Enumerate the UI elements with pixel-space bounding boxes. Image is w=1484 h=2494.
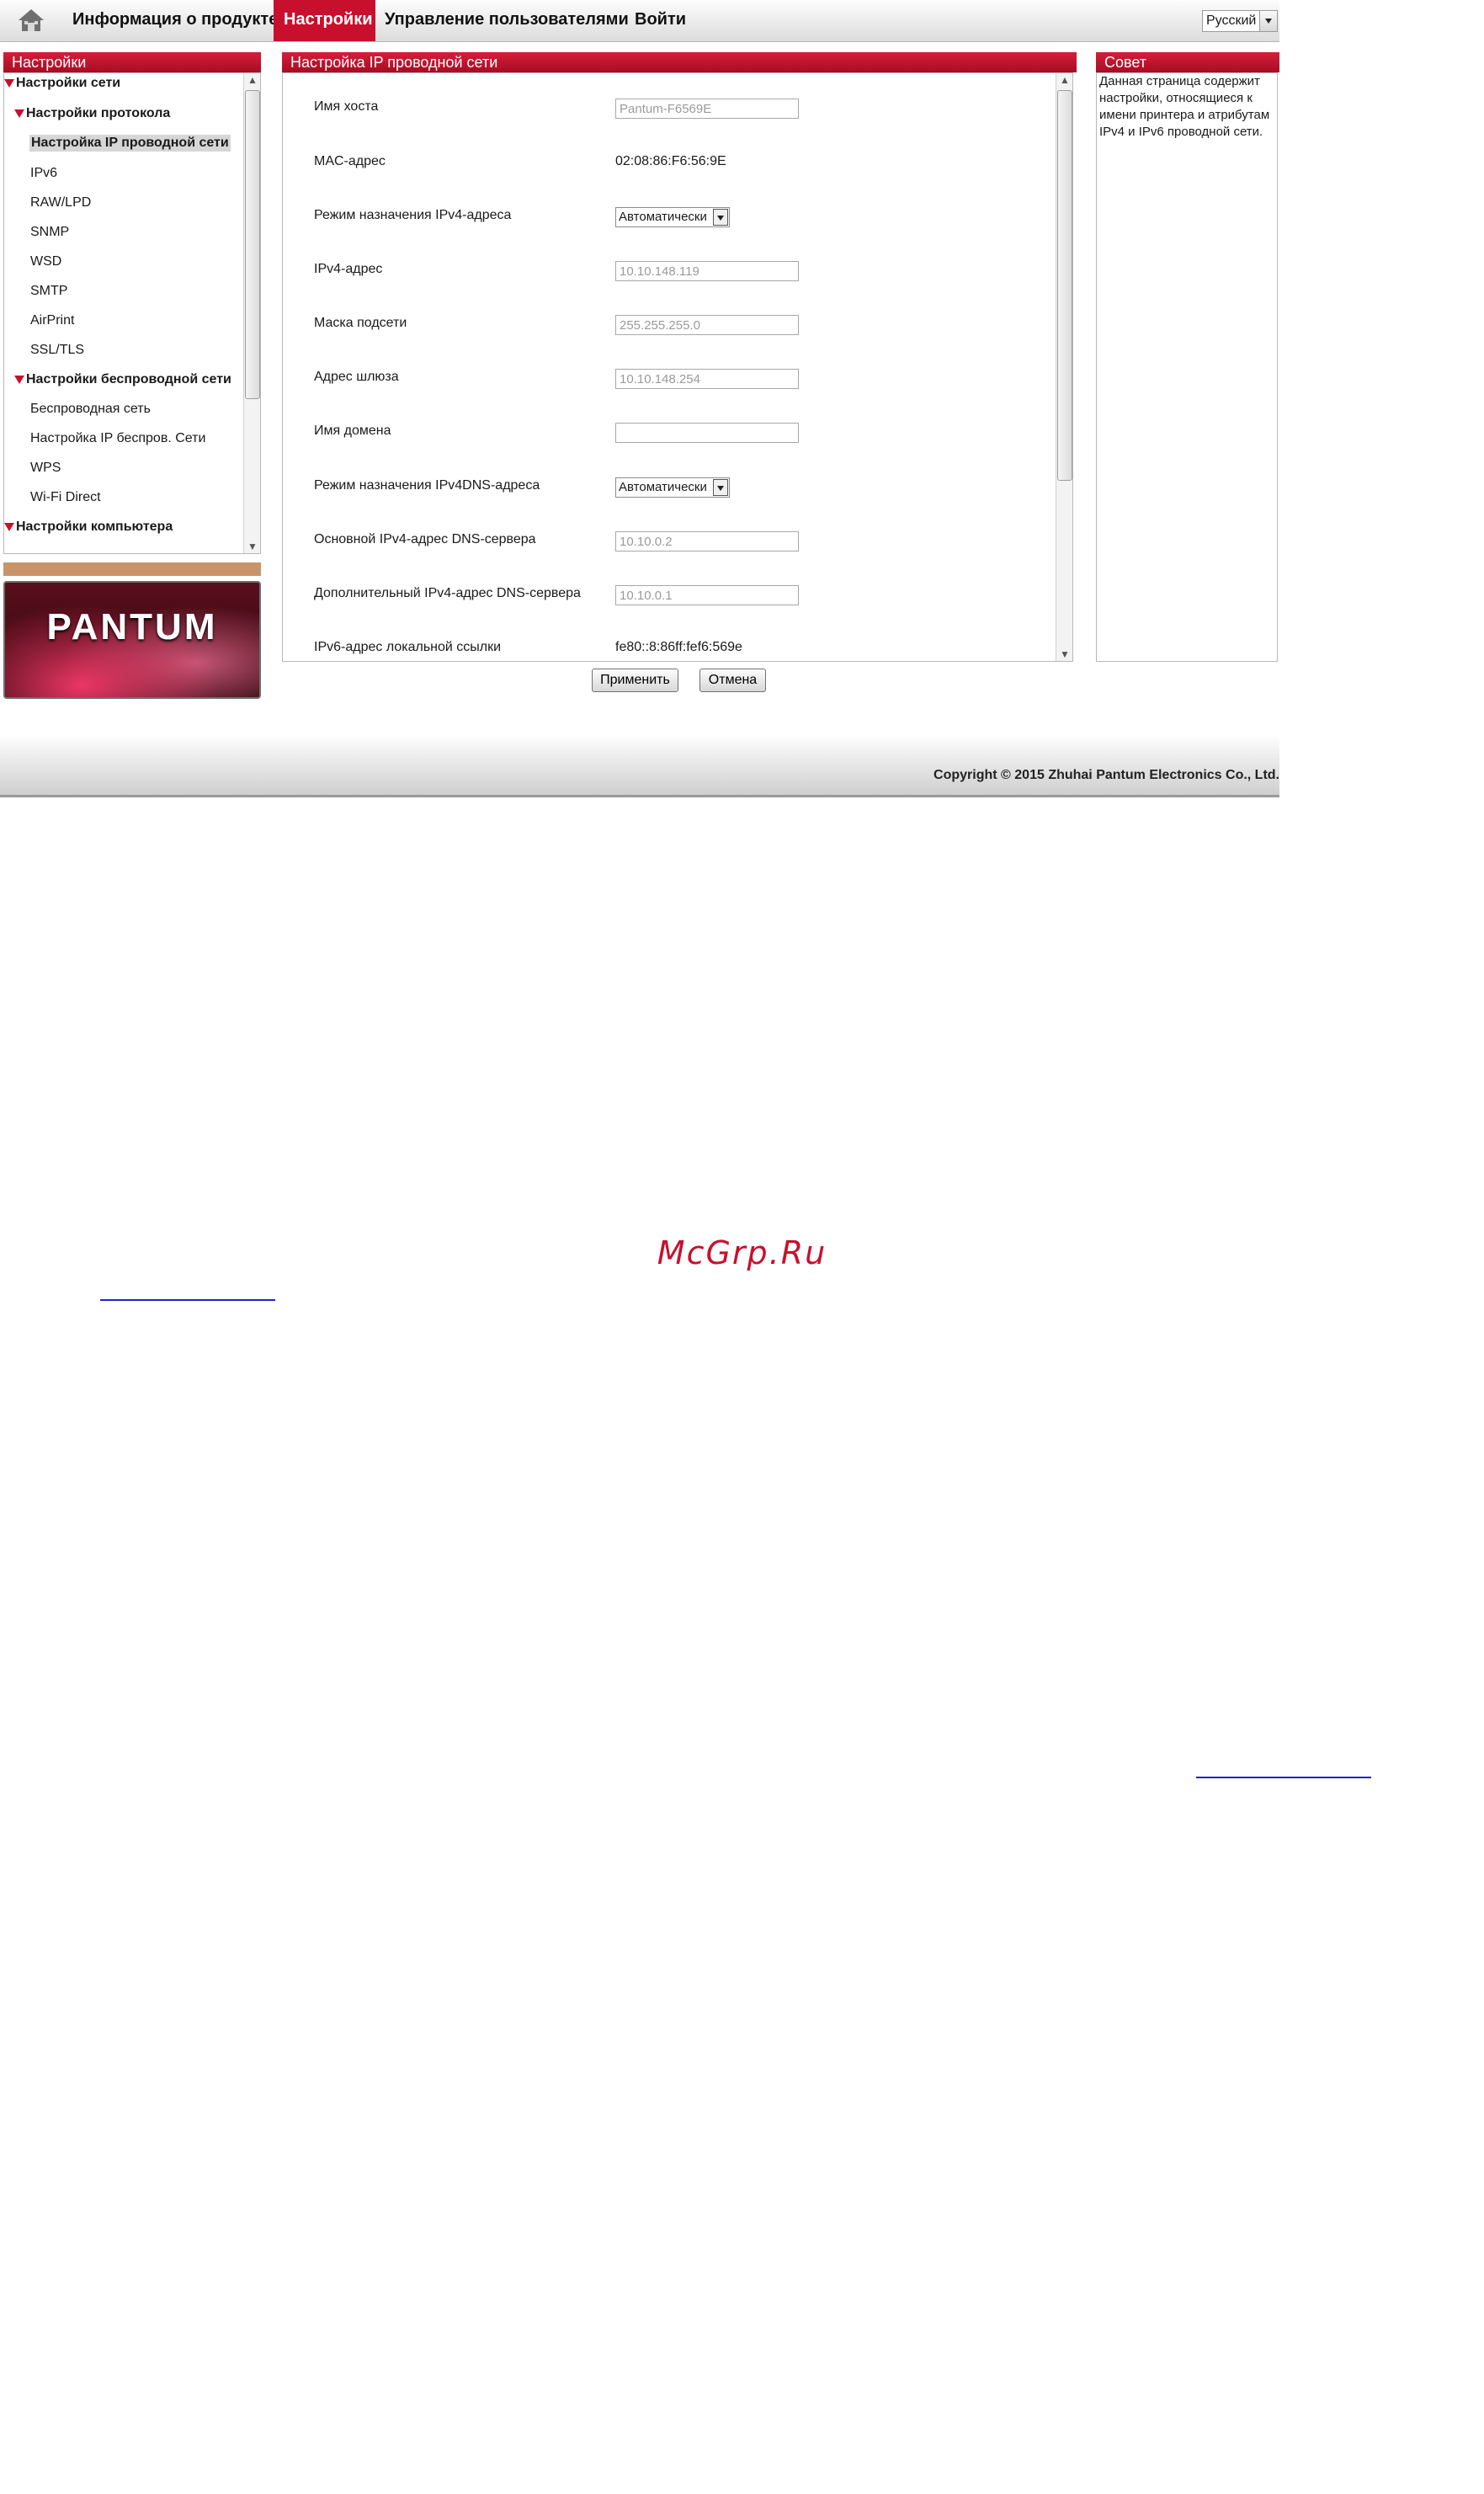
- tree-item-raw-lpd[interactable]: RAW/LPD: [30, 195, 91, 210]
- sidebar-scrollbar[interactable]: ▲ ▼: [243, 73, 260, 553]
- main-scroll-thumb[interactable]: [1057, 90, 1072, 481]
- tree-item-protocol-settings[interactable]: Настройки протокола: [14, 106, 170, 121]
- gateway-input[interactable]: [615, 369, 799, 389]
- decorative-underline: [100, 1299, 275, 1301]
- expanded-triangle-icon: [4, 78, 14, 88]
- tree-item-smtp[interactable]: SMTP: [30, 284, 67, 299]
- tree-item-wireless-network[interactable]: Беспроводная сеть: [30, 402, 151, 417]
- wired-ip-settings-form: Имя хоста MAC-адрес 02:08:86:F6:56:9E Ре…: [282, 72, 1073, 662]
- logo-text: PANTUM: [46, 606, 218, 647]
- chevron-down-icon: [713, 209, 728, 226]
- decorative-divider: [3, 562, 261, 576]
- main-panel-header: Настройка IP проводной сети: [282, 52, 1077, 72]
- pantum-logo: PANTUM: [3, 581, 261, 699]
- main-scrollbar[interactable]: ▲ ▼: [1056, 73, 1072, 661]
- tree-item-ipv6[interactable]: IPv6: [30, 166, 57, 181]
- chevron-down-icon: [713, 479, 728, 496]
- tree-item-wired-ip-settings[interactable]: Настройка IP проводной сети: [29, 135, 231, 152]
- expanded-triangle-icon: [4, 522, 14, 531]
- mac-address-label: MAC-адрес: [314, 154, 386, 168]
- mac-address-value: 02:08:86:F6:56:9E: [615, 154, 726, 168]
- home-icon[interactable]: [17, 7, 45, 34]
- language-select-value: Русский: [1206, 13, 1257, 28]
- hostname-label: Имя хоста: [314, 99, 379, 114]
- tree-item-ssl-tls[interactable]: SSL/TLS: [30, 343, 84, 358]
- tree-item-computer-settings[interactable]: Настройки компьютера: [4, 520, 173, 535]
- tree-item-airprint[interactable]: AirPrint: [30, 313, 74, 328]
- nav-settings[interactable]: Настройки: [274, 0, 375, 41]
- printer-web-ui: Информация о продукте Настройки Управлен…: [0, 0, 1279, 798]
- scroll-up-icon[interactable]: ▲: [244, 73, 260, 87]
- domain-name-input[interactable]: [615, 423, 799, 443]
- primary-dns-label: Основной IPv4-адрес DNS-сервера: [314, 532, 536, 546]
- ipv4-dns-mode-label: Режим назначения IPv4DNS-адреса: [314, 478, 540, 493]
- ipv4-mode-select[interactable]: Автоматически: [615, 207, 730, 227]
- ipv4-dns-mode-value: Автоматически: [619, 480, 707, 494]
- copyright-text: Copyright © 2015 Zhuhai Pantum Electroni…: [933, 768, 1279, 782]
- decorative-underline: [1196, 1777, 1371, 1778]
- tree-item-snmp[interactable]: SNMP: [30, 225, 69, 240]
- tip-header: Совет: [1096, 52, 1279, 72]
- ipv6-link-local-label: IPv6-адрес локальной ссылки: [314, 640, 502, 654]
- top-navigation-bar: Информация о продукте Настройки Управлен…: [0, 0, 1279, 42]
- secondary-dns-input[interactable]: [615, 585, 799, 605]
- hostname-input[interactable]: [615, 99, 799, 119]
- settings-tree: Настройки сети Настройки протокола Настр…: [3, 72, 261, 554]
- scroll-down-icon[interactable]: ▼: [244, 540, 260, 553]
- tree-item-wireless-ip-settings[interactable]: Настройка IP беспров. Сети: [30, 431, 205, 446]
- apply-button[interactable]: Применить: [592, 669, 678, 692]
- ipv4-address-input[interactable]: [615, 261, 799, 281]
- gateway-label: Адрес шлюза: [314, 370, 399, 384]
- expanded-triangle-icon: [14, 375, 24, 384]
- site-watermark: McGrp.Ru: [657, 1234, 827, 1271]
- ipv4-dns-mode-select[interactable]: Автоматически: [615, 477, 730, 498]
- domain-name-label: Имя домена: [314, 424, 391, 438]
- scroll-down-icon[interactable]: ▼: [1056, 647, 1072, 661]
- nav-login[interactable]: Войти: [625, 0, 696, 41]
- cancel-button[interactable]: Отмена: [699, 669, 766, 692]
- footer: Copyright © 2015 Zhuhai Pantum Electroni…: [0, 734, 1279, 797]
- nav-user-management[interactable]: Управление пользователями: [375, 0, 639, 41]
- tree-item-wps[interactable]: WPS: [30, 461, 61, 476]
- ipv4-mode-value: Автоматически: [619, 210, 707, 224]
- tip-text: Данная страница содержит настройки, отно…: [1099, 74, 1270, 139]
- ipv6-link-local-value: fe80::8:86ff:fef6:569e: [615, 640, 742, 654]
- language-select[interactable]: Русский: [1202, 10, 1278, 32]
- subnet-mask-input[interactable]: [615, 315, 799, 335]
- ipv4-mode-label: Режим назначения IPv4-адреса: [314, 208, 512, 222]
- secondary-dns-label: Дополнительный IPv4-адрес DNS-сервера: [314, 586, 581, 600]
- nav-product-info[interactable]: Информация о продукте: [62, 0, 288, 41]
- tree-item-wifi-direct[interactable]: Wi-Fi Direct: [30, 490, 101, 505]
- tree-item-wireless-settings[interactable]: Настройки беспроводной сети: [14, 372, 231, 387]
- sidebar-scroll-thumb[interactable]: [245, 90, 260, 399]
- expanded-triangle-icon: [14, 109, 24, 118]
- subnet-mask-label: Маска подсети: [314, 316, 407, 330]
- ipv4-address-label: IPv4-адрес: [314, 262, 383, 276]
- chevron-down-icon: [1259, 11, 1277, 31]
- sidebar-header: Настройки: [3, 52, 261, 72]
- tree-item-network-settings[interactable]: Настройки сети: [4, 76, 120, 91]
- tree-item-wsd[interactable]: WSD: [30, 254, 61, 269]
- primary-dns-input[interactable]: [615, 531, 799, 552]
- tip-panel: Данная страница содержит настройки, отно…: [1096, 72, 1278, 662]
- scroll-up-icon[interactable]: ▲: [1056, 73, 1072, 87]
